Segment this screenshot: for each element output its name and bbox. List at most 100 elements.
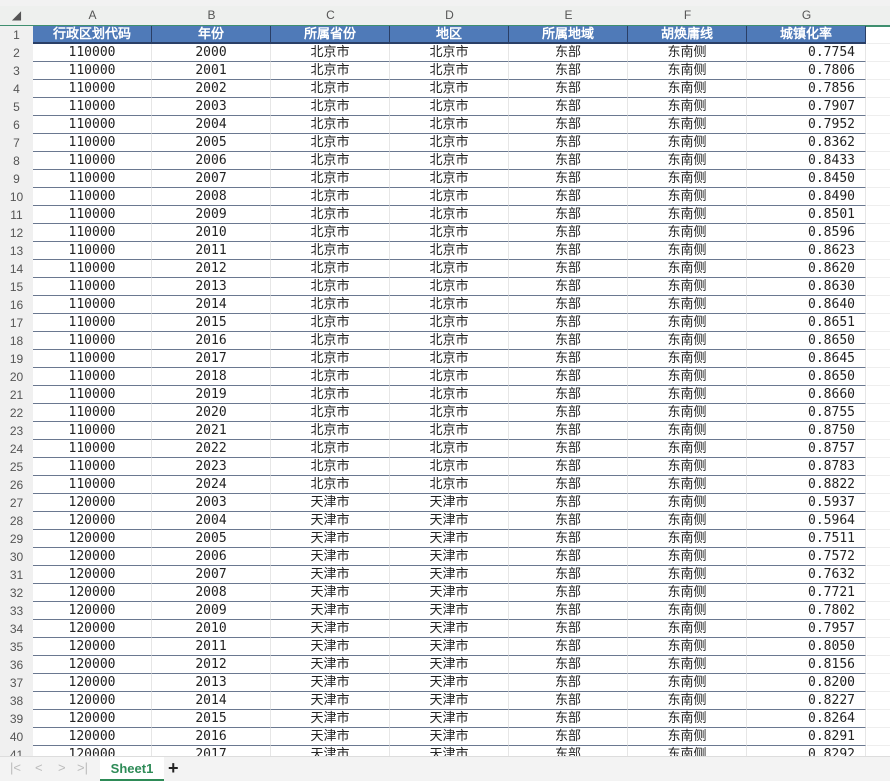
cell[interactable]: 东南侧 — [628, 206, 747, 224]
cell[interactable]: 天津市 — [271, 548, 390, 566]
cell[interactable]: 北京市 — [271, 296, 390, 314]
cell[interactable]: 东南侧 — [628, 386, 747, 404]
cell[interactable]: 0.7806 — [747, 62, 866, 80]
cell[interactable]: 东南侧 — [628, 152, 747, 170]
row-number[interactable]: 33 — [0, 602, 33, 620]
cell[interactable]: 0.8755 — [747, 404, 866, 422]
cell[interactable]: 0.8200 — [747, 674, 866, 692]
cell[interactable]: 天津市 — [271, 602, 390, 620]
cell[interactable]: 天津市 — [390, 512, 509, 530]
column-header-g[interactable]: G — [747, 6, 866, 25]
row-number[interactable]: 25 — [0, 458, 33, 476]
empty-cell[interactable] — [867, 170, 890, 188]
row-number[interactable]: 32 — [0, 584, 33, 602]
cell[interactable]: 北京市 — [271, 134, 390, 152]
empty-cell[interactable] — [867, 152, 890, 170]
row-number[interactable]: 29 — [0, 530, 33, 548]
empty-cell[interactable] — [867, 386, 890, 404]
cell[interactable]: 0.8783 — [747, 458, 866, 476]
cell[interactable]: 东南侧 — [628, 674, 747, 692]
row-number[interactable]: 19 — [0, 350, 33, 368]
empty-cell[interactable] — [867, 26, 890, 44]
cell[interactable]: 0.8660 — [747, 386, 866, 404]
empty-cell[interactable] — [867, 404, 890, 422]
cell[interactable]: 东南侧 — [628, 188, 747, 206]
cell[interactable]: 天津市 — [271, 530, 390, 548]
row-number[interactable]: 30 — [0, 548, 33, 566]
cell[interactable]: 北京市 — [390, 242, 509, 260]
empty-cell[interactable] — [867, 476, 890, 494]
row-number[interactable]: 12 — [0, 224, 33, 242]
row-number[interactable]: 36 — [0, 656, 33, 674]
cell[interactable]: 110000 — [33, 242, 152, 260]
cell[interactable]: 东南侧 — [628, 566, 747, 584]
cell[interactable]: 110000 — [33, 458, 152, 476]
cell[interactable]: 110000 — [33, 188, 152, 206]
row-number[interactable]: 27 — [0, 494, 33, 512]
cell[interactable]: 2022 — [152, 440, 271, 458]
cell[interactable]: 2016 — [152, 728, 271, 746]
cell[interactable]: 天津市 — [390, 656, 509, 674]
empty-cell[interactable] — [867, 224, 890, 242]
cell[interactable]: 东部 — [509, 548, 628, 566]
cell[interactable]: 0.7754 — [747, 44, 866, 62]
cell[interactable]: 110000 — [33, 44, 152, 62]
cell[interactable]: 天津市 — [390, 530, 509, 548]
cell[interactable]: 天津市 — [271, 566, 390, 584]
cell[interactable]: 东部 — [509, 350, 628, 368]
empty-cell[interactable] — [867, 674, 890, 692]
cell[interactable]: 东部 — [509, 188, 628, 206]
cell[interactable]: 北京市 — [271, 206, 390, 224]
cell[interactable]: 0.8651 — [747, 314, 866, 332]
cell[interactable]: 110000 — [33, 260, 152, 278]
cell[interactable]: 北京市 — [390, 188, 509, 206]
cell[interactable]: 天津市 — [390, 566, 509, 584]
cell[interactable]: 东南侧 — [628, 314, 747, 332]
cell[interactable]: 2014 — [152, 296, 271, 314]
row-number[interactable]: 8 — [0, 152, 33, 170]
cell[interactable]: 北京市 — [390, 350, 509, 368]
cell[interactable]: 北京市 — [271, 458, 390, 476]
cell[interactable]: 东南侧 — [628, 98, 747, 116]
empty-cell[interactable] — [867, 530, 890, 548]
cell[interactable]: 110000 — [33, 404, 152, 422]
cell[interactable]: 天津市 — [390, 674, 509, 692]
cell[interactable]: 120000 — [33, 692, 152, 710]
cell[interactable]: 120000 — [33, 512, 152, 530]
cell[interactable]: 2003 — [152, 494, 271, 512]
empty-cell[interactable] — [867, 98, 890, 116]
cell[interactable]: 天津市 — [390, 494, 509, 512]
column-header-c[interactable]: C — [271, 6, 390, 25]
cell[interactable]: 天津市 — [390, 602, 509, 620]
row-number[interactable]: 11 — [0, 206, 33, 224]
empty-cell[interactable] — [867, 458, 890, 476]
empty-cell[interactable] — [867, 584, 890, 602]
cell[interactable]: 120000 — [33, 566, 152, 584]
cell[interactable]: 2004 — [152, 512, 271, 530]
cell[interactable]: 120000 — [33, 656, 152, 674]
cell[interactable]: 北京市 — [271, 278, 390, 296]
cell[interactable]: 东南侧 — [628, 620, 747, 638]
cell[interactable]: 110000 — [33, 80, 152, 98]
cell[interactable]: 东部 — [509, 566, 628, 584]
cell[interactable]: 东南侧 — [628, 116, 747, 134]
cell[interactable]: 2010 — [152, 224, 271, 242]
cell[interactable]: 东部 — [509, 98, 628, 116]
cell[interactable]: 东部 — [509, 332, 628, 350]
cell[interactable]: 东部 — [509, 674, 628, 692]
cell[interactable]: 110000 — [33, 134, 152, 152]
cell[interactable]: 北京市 — [390, 80, 509, 98]
cell[interactable]: 东南侧 — [628, 404, 747, 422]
cell[interactable]: 天津市 — [390, 692, 509, 710]
cell[interactable]: 东部 — [509, 584, 628, 602]
cell[interactable]: 北京市 — [390, 116, 509, 134]
cell[interactable]: 2015 — [152, 710, 271, 728]
select-all-corner[interactable]: ◢ — [0, 6, 33, 25]
cell[interactable]: 东南侧 — [628, 728, 747, 746]
cell[interactable]: 2003 — [152, 98, 271, 116]
cell[interactable]: 东部 — [509, 224, 628, 242]
cell[interactable]: 110000 — [33, 170, 152, 188]
cell[interactable]: 2009 — [152, 206, 271, 224]
cell[interactable]: 110000 — [33, 350, 152, 368]
cell[interactable]: 东部 — [509, 458, 628, 476]
